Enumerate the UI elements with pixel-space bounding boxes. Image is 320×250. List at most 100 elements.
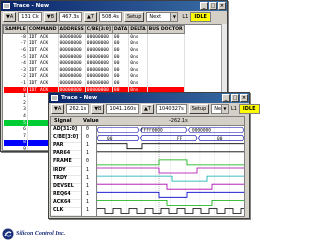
cursor-t-value[interactable]: 508.4s [98,11,122,22]
column-header[interactable]: SAMPLE [3,25,28,34]
signal-value: 1 [86,199,89,205]
signal-value: 1 [86,151,89,157]
cursor-b-button[interactable]: ▼B [43,11,58,22]
signal-value: 0 [86,135,89,141]
table-cell: 00000000 [58,47,86,54]
waveform-panel[interactable]: Signal Value -262.1s AD[31:0] C/BE[3:0] PA… [50,116,245,217]
cursor-b-label: ▼B [94,105,102,112]
table-row[interactable]: -6 IDT ACK 00000000 00000000 00 0ns [3,47,185,54]
cursor-a-button[interactable]: ▼A [3,11,17,22]
bus-value-label: FFFF0000 [141,128,163,134]
cursor-a-value[interactable]: 131 Ck [18,11,42,22]
cursor-a-value[interactable]: 262.1s [66,103,90,114]
maximize-icon[interactable]: □ [231,94,239,102]
company-name: Silicon Control Inc. [16,231,66,237]
window-titlebar[interactable]: Trace - New _ □ × [1,1,227,11]
table-cell: IDT ACK [27,80,59,87]
table-row[interactable]: -4 IDT ACK 00000000 00000000 00 0ns [3,60,185,67]
waveform-header: Signal Value -262.1s [51,117,244,126]
table-cell: IDT ACK [27,60,59,67]
chevron-down-icon: ▼ [220,104,228,113]
table-row[interactable]: -2 IDT ACK 00000000 00000000 00 0ns [3,73,185,81]
signal-value: 1 [86,191,89,197]
table-cell: 00 [112,40,130,48]
waveform-canvas[interactable]: FFFF0000 000000000 FF 00 [97,126,244,216]
table-cell: 00 [112,60,130,67]
minimize-icon[interactable]: _ [200,2,208,10]
level-label: L1 [230,105,237,112]
search-select-value: Next [149,13,162,20]
table-cell: 00000000 [58,73,86,81]
table-cell: IDT ACK [27,66,59,74]
table-row[interactable]: -5 IDT ACK 00000000 00000000 00 0ns [3,53,185,61]
time-ruler-label: -262.1s [169,118,188,124]
table-cell: 0ns [128,66,148,74]
maximize-icon[interactable]: □ [209,2,217,10]
table-cell: 0ns [128,47,148,54]
table-cell: 9 [3,146,28,150]
column-header[interactable]: COMMAND [26,25,59,34]
search-select[interactable]: Next▼ [146,11,179,22]
signal-name[interactable]: CLK [51,207,81,216]
setup-button[interactable]: Setup [123,11,145,22]
table-cell: 8 [3,139,28,147]
status-badge: IDLE [190,11,211,22]
trace-window-waveform[interactable]: Trace - New _ □ × ▼A 262.1s ▼B 1041.160s… [48,92,260,219]
cursor-a-button[interactable]: ▼A [51,103,65,114]
signal-value: 1 [86,167,89,173]
table-cell: 1 [3,93,28,100]
table-cell: 0ns [128,60,148,67]
table-cell [147,80,185,87]
table-cell: 00 [112,73,130,81]
cursor-t-button[interactable]: ▲T [84,11,97,22]
cursor-t-value[interactable]: 1040327s [155,103,187,114]
table-cell: 00000000 [58,40,86,48]
column-header[interactable]: DATA [111,25,130,34]
setup-button[interactable]: Setup [188,103,210,114]
level-label: L1 [182,13,189,20]
table-cell: 00000000 [85,40,113,48]
table-cell: 0ns [128,53,148,61]
silicon-control-logo-icon [2,228,14,240]
toolbar: ▼A 262.1s ▼B 1041.160s ▲T 1040327s Setup… [49,103,260,114]
window-titlebar[interactable]: Trace - New _ □ × [49,93,249,103]
table-cell: 00 [112,53,130,61]
signal-value: 1 [86,208,89,213]
bus-value-label: 0000000 [192,128,211,134]
column-header[interactable]: DELTA [128,25,148,34]
table-cell [147,47,185,54]
column-header[interactable]: BUS DOCTOR [146,25,185,34]
table-cell: -1 [3,80,28,87]
table-row[interactable]: -1 IDT ACK 00000000 00000000 00 0ns [3,80,185,87]
value-column-header: Value [83,118,99,124]
cursor-b-button[interactable]: ▼B [91,103,105,114]
table-cell: 3 [3,106,28,114]
table-row[interactable]: -7 IDT ACK 00000000 00000000 00 0ns [3,40,185,48]
cursor-t-button[interactable]: ▲T [140,103,154,114]
table-cell: 00000000 [58,66,86,74]
table-cell: 00 [112,66,130,74]
table-cell: -7 [3,40,28,48]
signal-value: 0 [86,127,89,132]
cursor-b-value[interactable]: 467.3s [59,11,82,22]
search-select[interactable]: Next▼ [211,103,229,114]
table-cell: -4 [3,60,28,67]
close-icon[interactable]: × [240,94,248,102]
column-header[interactable]: ADDRESS [57,25,86,34]
signal-value: 0 [86,159,89,165]
table-cell: IDT ACK [27,53,59,61]
bus-segment [97,127,140,133]
cursor-b-label: ▼B [46,13,55,20]
cursor-t-label: ▲T [87,13,94,20]
table-row[interactable]: -3 IDT ACK 00000000 00000000 00 0ns [3,66,185,74]
table-cell: 0ns [128,33,148,41]
table-cell: 4 [3,113,28,120]
table-row[interactable]: -8 IDT ACK 00000000 00000000 00 0ns [3,33,185,41]
bus-value-label: 00 [217,136,223,142]
column-header[interactable]: C/BE[3:0] [84,25,113,34]
table-cell: 00000000 [58,53,86,61]
close-icon[interactable]: × [218,2,226,10]
minimize-icon[interactable]: _ [222,94,230,102]
cursor-b-value[interactable]: 1041.160s [106,103,139,114]
table-cell: -6 [3,47,28,54]
